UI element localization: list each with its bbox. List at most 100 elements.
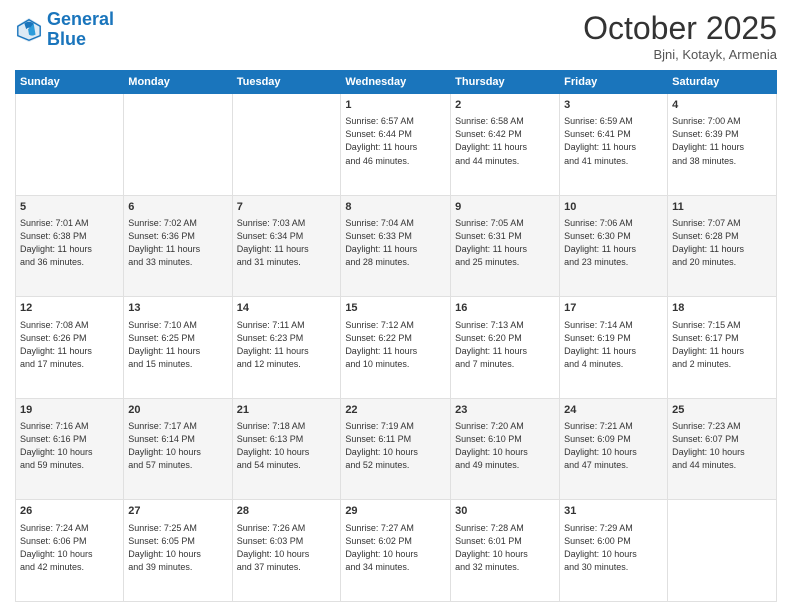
day-info: Sunrise: 7:05 AM Sunset: 6:31 PM Dayligh…: [455, 217, 555, 269]
day-info: Sunrise: 7:14 AM Sunset: 6:19 PM Dayligh…: [564, 319, 663, 371]
day-number: 31: [564, 504, 663, 519]
week-row-5: 26 Sunrise: 7:24 AM Sunset: 6:06 PM Dayli…: [16, 500, 777, 602]
day-number: 9: [455, 200, 555, 215]
calendar-cell: 28 Sunrise: 7:26 AM Sunset: 6:03 PM Dayli…: [232, 500, 341, 602]
week-row-1: 1 Sunrise: 6:57 AM Sunset: 6:44 PM Daylig…: [16, 94, 777, 196]
day-info: Sunrise: 7:13 AM Sunset: 6:20 PM Dayligh…: [455, 319, 555, 371]
calendar-cell: 18Sunrise: 7:15 AM Sunset: 6:17 PM Dayli…: [668, 297, 777, 399]
day-info: Sunrise: 7:29 AM Sunset: 6:00 PM Dayligh…: [564, 522, 663, 574]
calendar-cell: 4 Sunrise: 7:00 AM Sunset: 6:39 PM Daylig…: [668, 94, 777, 196]
day-number: 6: [128, 200, 227, 215]
day-number: 7: [237, 200, 337, 215]
calendar-cell: 11 Sunrise: 7:07 AM Sunset: 6:28 PM Dayli…: [668, 195, 777, 297]
day-number: 13: [128, 301, 227, 316]
day-info: Sunrise: 7:04 AM Sunset: 6:33 PM Dayligh…: [345, 217, 446, 269]
month-title: October 2025: [583, 10, 777, 47]
calendar-cell: [668, 500, 777, 602]
day-number: 17: [564, 301, 663, 316]
calendar-cell: 24 Sunrise: 7:21 AM Sunset: 6:09 PM Dayli…: [560, 398, 668, 500]
day-number: 26: [20, 504, 119, 519]
day-number: 18: [672, 301, 772, 316]
page-header: General Blue October 2025 Bjni, Kotayk, …: [15, 10, 777, 62]
calendar-cell: 30Sunrise: 7:28 AM Sunset: 6:01 PM Dayli…: [451, 500, 560, 602]
day-info: Sunrise: 7:24 AM Sunset: 6:06 PM Dayligh…: [20, 522, 119, 574]
calendar-cell: 17 Sunrise: 7:14 AM Sunset: 6:19 PM Dayli…: [560, 297, 668, 399]
day-info: Sunrise: 7:12 AM Sunset: 6:22 PM Dayligh…: [345, 319, 446, 371]
day-info: Sunrise: 7:26 AM Sunset: 6:03 PM Dayligh…: [237, 522, 337, 574]
day-info: Sunrise: 6:58 AM Sunset: 6:42 PM Dayligh…: [455, 115, 555, 167]
calendar-cell: 3Sunrise: 6:59 AM Sunset: 6:41 PM Daylig…: [560, 94, 668, 196]
day-number: 21: [237, 403, 337, 418]
calendar-cell: 25 Sunrise: 7:23 AM Sunset: 6:07 PM Dayli…: [668, 398, 777, 500]
day-info: Sunrise: 7:11 AM Sunset: 6:23 PM Dayligh…: [237, 319, 337, 371]
day-info: Sunrise: 7:02 AM Sunset: 6:36 PM Dayligh…: [128, 217, 227, 269]
day-number: 8: [345, 200, 446, 215]
day-number: 15: [345, 301, 446, 316]
day-info: Sunrise: 7:23 AM Sunset: 6:07 PM Dayligh…: [672, 420, 772, 472]
calendar-cell: 31 Sunrise: 7:29 AM Sunset: 6:00 PM Dayli…: [560, 500, 668, 602]
calendar-cell: 2 Sunrise: 6:58 AM Sunset: 6:42 PM Daylig…: [451, 94, 560, 196]
day-number: 14: [237, 301, 337, 316]
day-number: 16: [455, 301, 555, 316]
day-info: Sunrise: 7:16 AM Sunset: 6:16 PM Dayligh…: [20, 420, 119, 472]
day-number: 12: [20, 301, 119, 316]
day-number: 19: [20, 403, 119, 418]
day-number: 4: [672, 98, 772, 113]
calendar-cell: 10 Sunrise: 7:06 AM Sunset: 6:30 PM Dayli…: [560, 195, 668, 297]
day-number: 29: [345, 504, 446, 519]
calendar-cell: 19 Sunrise: 7:16 AM Sunset: 6:16 PM Dayli…: [16, 398, 124, 500]
day-info: Sunrise: 7:27 AM Sunset: 6:02 PM Dayligh…: [345, 522, 446, 574]
logo: General Blue: [15, 10, 114, 50]
day-info: Sunrise: 7:17 AM Sunset: 6:14 PM Dayligh…: [128, 420, 227, 472]
calendar-cell: [232, 94, 341, 196]
day-number: 28: [237, 504, 337, 519]
day-number: 10: [564, 200, 663, 215]
day-info: Sunrise: 7:21 AM Sunset: 6:09 PM Dayligh…: [564, 420, 663, 472]
week-row-4: 19 Sunrise: 7:16 AM Sunset: 6:16 PM Dayli…: [16, 398, 777, 500]
calendar-cell: 8 Sunrise: 7:04 AM Sunset: 6:33 PM Daylig…: [341, 195, 451, 297]
calendar-cell: 9 Sunrise: 7:05 AM Sunset: 6:31 PM Daylig…: [451, 195, 560, 297]
day-number: 1: [345, 98, 446, 113]
calendar-cell: 22 Sunrise: 7:19 AM Sunset: 6:11 PM Dayli…: [341, 398, 451, 500]
day-number: 11: [672, 200, 772, 215]
day-info: Sunrise: 6:57 AM Sunset: 6:44 PM Dayligh…: [345, 115, 446, 167]
day-number: 23: [455, 403, 555, 418]
day-number: 30: [455, 504, 555, 519]
day-info: Sunrise: 7:03 AM Sunset: 6:34 PM Dayligh…: [237, 217, 337, 269]
day-info: Sunrise: 7:00 AM Sunset: 6:39 PM Dayligh…: [672, 115, 772, 167]
calendar-cell: 16 Sunrise: 7:13 AM Sunset: 6:20 PM Dayli…: [451, 297, 560, 399]
day-info: Sunrise: 7:18 AM Sunset: 6:13 PM Dayligh…: [237, 420, 337, 472]
calendar-cell: 27Sunrise: 7:25 AM Sunset: 6:05 PM Dayli…: [124, 500, 232, 602]
header-saturday: Saturday: [668, 71, 777, 94]
day-number: 25: [672, 403, 772, 418]
calendar-cell: 23Sunrise: 7:20 AM Sunset: 6:10 PM Dayli…: [451, 398, 560, 500]
day-number: 3: [564, 98, 663, 113]
location-subtitle: Bjni, Kotayk, Armenia: [583, 47, 777, 62]
week-row-3: 12Sunrise: 7:08 AM Sunset: 6:26 PM Dayli…: [16, 297, 777, 399]
header-tuesday: Tuesday: [232, 71, 341, 94]
day-info: Sunrise: 7:01 AM Sunset: 6:38 PM Dayligh…: [20, 217, 119, 269]
calendar-cell: 13 Sunrise: 7:10 AM Sunset: 6:25 PM Dayli…: [124, 297, 232, 399]
header-row: SundayMondayTuesdayWednesdayThursdayFrid…: [16, 71, 777, 94]
calendar-cell: 5 Sunrise: 7:01 AM Sunset: 6:38 PM Daylig…: [16, 195, 124, 297]
day-number: 22: [345, 403, 446, 418]
day-number: 5: [20, 200, 119, 215]
calendar-cell: 20Sunrise: 7:17 AM Sunset: 6:14 PM Dayli…: [124, 398, 232, 500]
calendar-cell: 29 Sunrise: 7:27 AM Sunset: 6:02 PM Dayli…: [341, 500, 451, 602]
day-info: Sunrise: 7:07 AM Sunset: 6:28 PM Dayligh…: [672, 217, 772, 269]
title-block: October 2025 Bjni, Kotayk, Armenia: [583, 10, 777, 62]
logo-icon: [15, 16, 43, 44]
day-number: 27: [128, 504, 227, 519]
day-number: 2: [455, 98, 555, 113]
logo-text: General Blue: [47, 10, 114, 50]
week-row-2: 5 Sunrise: 7:01 AM Sunset: 6:38 PM Daylig…: [16, 195, 777, 297]
day-info: Sunrise: 7:06 AM Sunset: 6:30 PM Dayligh…: [564, 217, 663, 269]
day-info: Sunrise: 7:19 AM Sunset: 6:11 PM Dayligh…: [345, 420, 446, 472]
day-info: Sunrise: 7:10 AM Sunset: 6:25 PM Dayligh…: [128, 319, 227, 371]
calendar-cell: 7 Sunrise: 7:03 AM Sunset: 6:34 PM Daylig…: [232, 195, 341, 297]
calendar-cell: 12Sunrise: 7:08 AM Sunset: 6:26 PM Dayli…: [16, 297, 124, 399]
calendar-cell: [16, 94, 124, 196]
header-monday: Monday: [124, 71, 232, 94]
day-number: 24: [564, 403, 663, 418]
header-sunday: Sunday: [16, 71, 124, 94]
